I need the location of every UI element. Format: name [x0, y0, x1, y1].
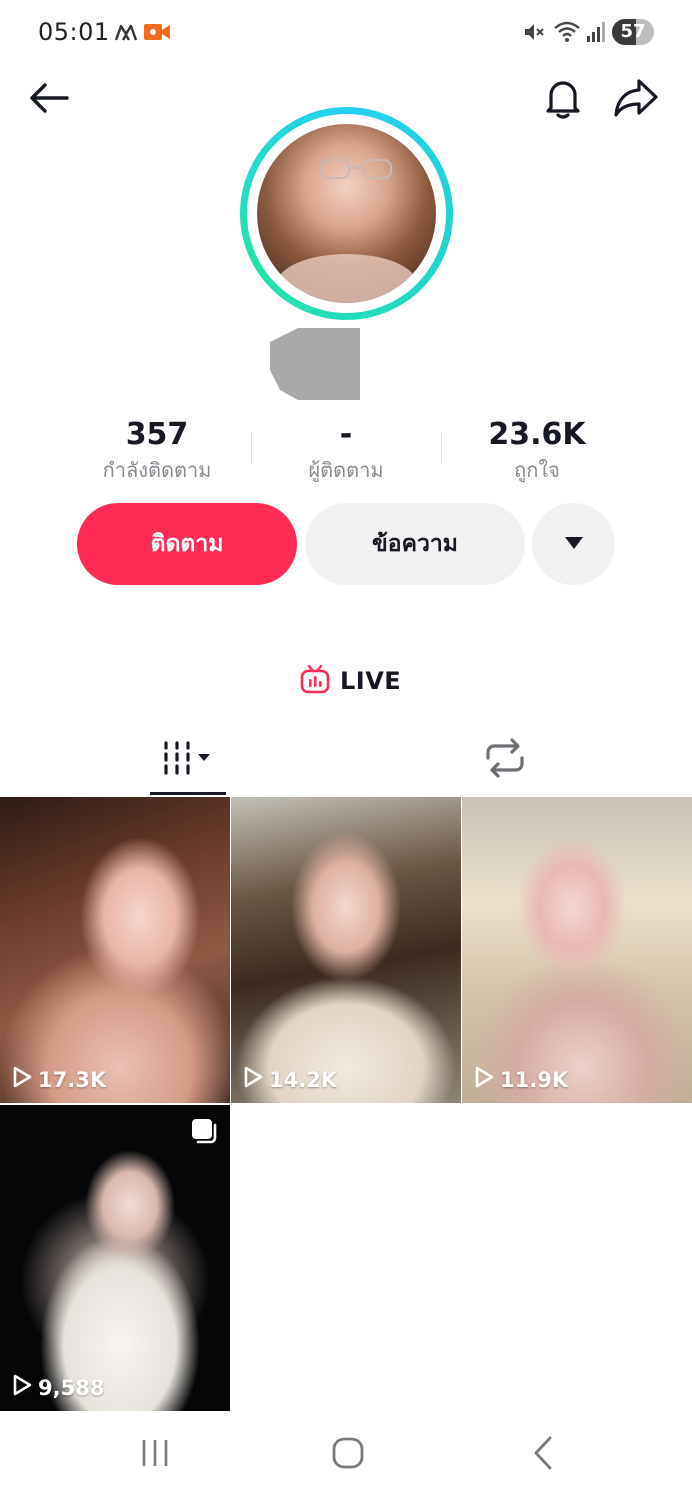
multi-photo-icon	[190, 1117, 218, 1149]
play-icon	[243, 1066, 269, 1093]
tab-reposts[interactable]	[470, 735, 540, 785]
live-entry[interactable]: LIVE	[300, 664, 401, 698]
tab-videos[interactable]	[150, 735, 226, 785]
stat-likes-label: ถูกใจ	[514, 458, 560, 482]
videos-grid-icon	[160, 740, 216, 780]
live-tv-icon	[300, 664, 330, 698]
back-button[interactable]	[27, 78, 71, 122]
video-tile[interactable]: 14.2K	[231, 797, 461, 1103]
more-options-button[interactable]	[532, 503, 615, 585]
video-tile[interactable]: 17.3K	[0, 797, 230, 1103]
recent-apps-button[interactable]	[130, 1432, 180, 1478]
notifications-button[interactable]	[541, 78, 585, 122]
bell-icon	[543, 76, 583, 124]
share-icon	[613, 78, 659, 122]
battery-icon: 57	[612, 19, 654, 45]
caret-down-icon	[564, 535, 584, 554]
video-views-count: 11.9K	[500, 1067, 569, 1092]
stat-following-value: 357	[125, 417, 189, 452]
battery-level: 57	[620, 21, 646, 42]
username-redacted	[270, 328, 360, 403]
live-label: LIVE	[340, 667, 402, 695]
signal-icon	[586, 20, 606, 48]
wifi-icon	[553, 20, 581, 48]
stat-following-label: กำลังติดตาม	[102, 458, 212, 482]
stat-followers[interactable]: - ผู้ติดตาม	[246, 416, 446, 484]
stat-followers-label: ผู้ติดตาม	[308, 458, 384, 482]
avatar-photo-detail	[277, 254, 417, 303]
repost-icon	[484, 738, 526, 782]
avatar-glasses-detail	[320, 159, 392, 179]
play-icon	[12, 1374, 38, 1401]
video-views: 11.9K	[474, 1066, 568, 1093]
system-back-button[interactable]	[518, 1432, 568, 1478]
status-time: 05:01	[38, 18, 110, 46]
avatar[interactable]	[240, 107, 453, 320]
stat-followers-value: -	[339, 417, 353, 452]
video-views: 9,588	[12, 1374, 104, 1401]
status-bar: 05:01 57	[0, 0, 692, 66]
home-button[interactable]	[323, 1432, 373, 1478]
stat-likes[interactable]: 23.6K ถูกใจ	[437, 416, 637, 484]
video-tile[interactable]: 9,588	[0, 1105, 230, 1411]
tab-selected-indicator	[150, 792, 226, 795]
video-record-icon	[143, 22, 171, 46]
play-icon	[474, 1066, 500, 1093]
recent-apps-icon	[139, 1438, 171, 1472]
play-icon	[12, 1066, 38, 1093]
back-arrow-icon	[29, 82, 69, 118]
back-icon	[532, 1436, 554, 1474]
video-views: 17.3K	[12, 1066, 106, 1093]
stat-following[interactable]: 357 กำลังติดตาม	[57, 416, 257, 484]
follow-button[interactable]: ติดตาม	[77, 503, 297, 585]
share-button[interactable]	[614, 78, 658, 122]
video-views: 14.2K	[243, 1066, 337, 1093]
video-tile[interactable]: 11.9K	[462, 797, 692, 1103]
video-views-count: 9,588	[38, 1375, 105, 1400]
mute-icon	[522, 20, 546, 48]
message-button[interactable]: ข้อความ	[305, 503, 525, 585]
app-notification-icon	[114, 20, 138, 48]
stat-likes-value: 23.6K	[488, 417, 586, 452]
avatar-photo	[257, 124, 436, 303]
home-icon	[331, 1436, 365, 1474]
video-views-count: 17.3K	[38, 1067, 107, 1092]
video-views-count: 14.2K	[269, 1067, 338, 1092]
